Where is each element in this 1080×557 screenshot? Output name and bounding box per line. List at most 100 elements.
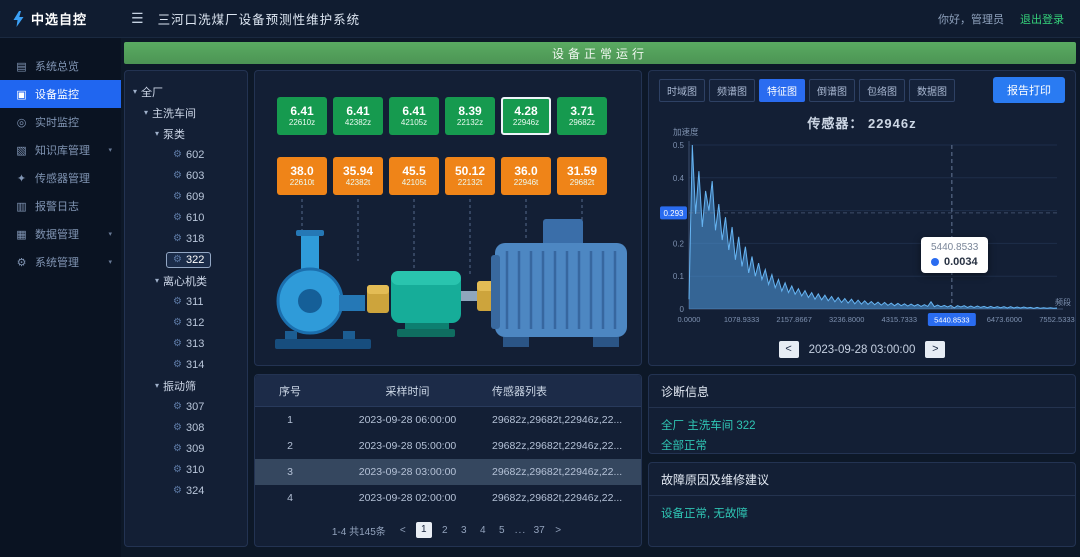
chart-tab-time-domain[interactable]: 时域图 [659,79,705,102]
pagination-page-1[interactable]: 1 [416,522,432,538]
feature-chart-plot[interactable]: 0.00001078.93332157.86673236.80004315.73… [659,137,1067,337]
table-row[interactable]: 42023-09-28 02:00:0029682z,29682t,22946z… [255,485,641,511]
sensor-badge-22132t[interactable]: 50.1222132t [445,157,495,195]
tree-branch-全厂[interactable]: ▾全厂 [129,81,243,102]
table-pagination: 1-4 共145条<12345...37> [255,522,641,538]
chart-tab-feature[interactable]: 特征图 [759,79,805,102]
chart-tab-spectrum[interactable]: 频谱图 [709,79,755,102]
system-manage-icon: ⚙ [15,256,28,269]
date-prev-button[interactable]: < [779,341,799,358]
cell-sensors: 29682z,29682t,22946z,22... [490,440,641,452]
chart-panel: 时域图频谱图特征图倒谱图包络图数据图 报告打印 传感器： 22946z 加速度 … [648,70,1076,366]
badge-sensor-id: 42105z [401,118,427,128]
tree-branch-离心机类[interactable]: ▾离心机类 [129,270,243,291]
tree-branch-泵类[interactable]: ▾泵类 [129,123,243,144]
sensor-badge-22610z[interactable]: 6.4122610z [277,97,327,135]
svg-text:0.293: 0.293 [663,209,684,218]
tree-leaf-609[interactable]: ⚙609 [129,186,243,207]
sidebar-item-sensor-manage[interactable]: ✦传感器管理 [0,164,121,192]
tree-leaf-603[interactable]: ⚙603 [129,165,243,186]
sidebar-item-system-overview[interactable]: ▤系统总览 [0,52,121,80]
tree-leaf-610[interactable]: ⚙610 [129,207,243,228]
chart-tab-data[interactable]: 数据图 [909,79,955,102]
pagination-page-5[interactable]: 5 [496,525,508,536]
table-header-1: 采样时间 [325,383,490,399]
table-header-2: 传感器列表 [490,383,641,399]
sensor-badge-29682t[interactable]: 31.5929682t [557,157,607,195]
chart-tab-cepstrum[interactable]: 倒谱图 [809,79,855,102]
cell-no: 1 [255,414,325,426]
feature-chart-svg: 0.00001078.93332157.86673236.80004315.73… [659,137,1067,337]
pagination-prev[interactable]: < [397,525,409,536]
chart-tab-envelope[interactable]: 包络图 [859,79,905,102]
gear-icon: ⚙ [173,233,182,244]
temperature-badge-row: 38.022610t35.9442382t45.542105t50.122213… [277,157,607,195]
sidebar-item-data-manage[interactable]: ▦数据管理▾ [0,220,121,248]
tree-leaf-308[interactable]: ⚙308 [129,417,243,438]
status-banner: 设备正常运行 [124,42,1076,64]
tree-node-label: 振动筛 [163,378,196,394]
tree-leaf-312[interactable]: ⚙312 [129,312,243,333]
badge-sensor-id: 42382t [346,178,370,188]
sidebar-item-label: 设备监控 [35,86,79,102]
tree-leaf-313[interactable]: ⚙313 [129,333,243,354]
pagination-page-3[interactable]: 3 [458,525,470,536]
svg-text:0: 0 [680,305,685,314]
sidebar-item-label: 系统总览 [35,58,79,74]
knowledge-base-icon: ▧ [15,144,28,157]
tree-leaf-322[interactable]: ⚙322 [129,249,243,270]
sensor-badge-42382t[interactable]: 35.9442382t [333,157,383,195]
sidebar-item-alarm-log[interactable]: ▥报警日志 [0,192,121,220]
badge-value: 6.41 [290,105,313,118]
sensor-badge-22132z[interactable]: 8.3922132z [445,97,495,135]
tree-leaf-311[interactable]: ⚙311 [129,291,243,312]
tree-leaf-307[interactable]: ⚙307 [129,396,243,417]
pagination-next[interactable]: > [552,525,564,536]
table-row[interactable]: 12023-09-28 06:00:0029682z,29682t,22946z… [255,407,641,433]
pagination-page-4[interactable]: 4 [477,525,489,536]
sidebar-collapse-icon[interactable]: ☰ [131,10,144,27]
tree-leaf-324[interactable]: ⚙324 [129,480,243,501]
sensor-badge-22946t[interactable]: 36.022946t [501,157,551,195]
tree-leaf-602[interactable]: ⚙602 [129,144,243,165]
table-row[interactable]: 22023-09-28 05:00:0029682z,29682t,22946z… [255,433,641,459]
sensor-badge-29682z[interactable]: 3.7129682z [557,97,607,135]
badge-sensor-id: 22132z [457,118,483,128]
tree-branch-主洗车间[interactable]: ▾主洗车间 [129,102,243,123]
sensor-badge-42382z[interactable]: 6.4142382z [333,97,383,135]
cell-time: 2023-09-28 03:00:00 [325,466,490,478]
tree-leaf-box: ⚙324 [166,483,211,499]
coupling-illustration [367,285,389,313]
svg-text:5440.8533: 5440.8533 [934,316,969,325]
tree-branch-振动筛[interactable]: ▾振动筛 [129,375,243,396]
app-logo: 中选自控 [0,9,121,28]
pagination-page-2[interactable]: 2 [439,525,451,536]
sensor-badge-22946z[interactable]: 4.2822946z [501,97,551,135]
series-dot-icon [931,258,939,266]
pagination-page-37[interactable]: 37 [533,525,545,536]
sidebar-item-knowledge-base[interactable]: ▧知识库管理▾ [0,136,121,164]
diagnosis-location-link[interactable]: 全厂 主洗车间 322 [661,416,1063,436]
date-next-button[interactable]: > [925,341,945,358]
logout-button[interactable]: 退出登录 [1020,11,1064,27]
tooltip-y-value: 0.0034 [944,256,978,268]
tree-leaf-318[interactable]: ⚙318 [129,228,243,249]
tree-leaf-310[interactable]: ⚙310 [129,459,243,480]
sidebar-item-device-monitor[interactable]: ▣设备监控 [0,80,121,108]
cell-sensors: 29682z,29682t,22946z,22... [490,492,641,504]
sensor-badge-42105z[interactable]: 6.4142105z [389,97,439,135]
tree-leaf-309[interactable]: ⚙309 [129,438,243,459]
badge-value: 8.39 [458,105,481,118]
table-row[interactable]: 32023-09-28 03:00:0029682z,29682t,22946z… [255,459,641,485]
equipment-diagram [255,199,642,365]
fault-title: 故障原因及维修建议 [649,463,1075,496]
sensor-badge-22610t[interactable]: 38.022610t [277,157,327,195]
print-report-button[interactable]: 报告打印 [993,77,1065,103]
sensor-badge-42105t[interactable]: 45.542105t [389,157,439,195]
tree-leaf-314[interactable]: ⚙314 [129,354,243,375]
svg-text:0.1: 0.1 [673,272,685,281]
tree-node-label: 主洗车间 [152,105,196,121]
svg-text:2157.8667: 2157.8667 [776,315,811,324]
sidebar-item-system-manage[interactable]: ⚙系统管理▾ [0,248,121,276]
sidebar-item-realtime-monitor[interactable]: ◎实时监控 [0,108,121,136]
